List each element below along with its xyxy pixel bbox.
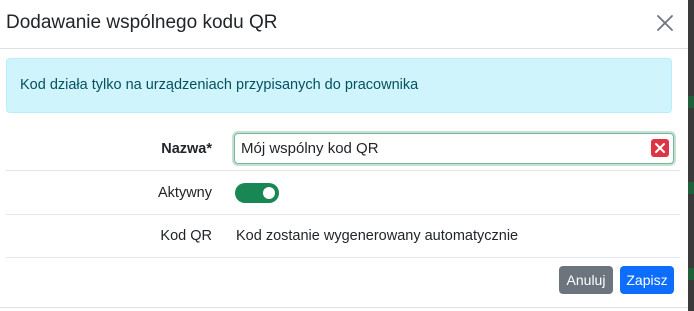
dialog-bottom-border bbox=[0, 307, 688, 308]
name-input[interactable] bbox=[241, 138, 641, 159]
backdrop-stripe bbox=[688, 182, 694, 194]
active-label: Aktywny bbox=[158, 185, 212, 201]
form-row-qr: Kod QR Kod zostanie wygenerowany automat… bbox=[6, 215, 680, 258]
page-backdrop bbox=[688, 0, 694, 311]
qr-label: Kod QR bbox=[160, 228, 212, 244]
backdrop-stripe bbox=[688, 96, 694, 108]
clear-icon bbox=[655, 143, 665, 153]
alert-text: Kod działa tylko na urządzeniach przypis… bbox=[20, 77, 419, 93]
info-alert: Kod działa tylko na urządzeniach przypis… bbox=[6, 58, 672, 113]
name-label: Nazwa* bbox=[161, 141, 212, 157]
toggle-knob bbox=[263, 187, 275, 199]
close-button[interactable] bbox=[652, 10, 678, 36]
save-button[interactable]: Zapisz bbox=[620, 266, 674, 294]
form-row-name: Nazwa* bbox=[6, 127, 680, 171]
dialog-title: Dodawanie wspólnego kodu QR bbox=[6, 12, 278, 33]
backdrop-stripe bbox=[688, 268, 694, 280]
active-toggle[interactable] bbox=[235, 183, 279, 203]
qr-code-dialog: Dodawanie wspólnego kodu QR Kod działa t… bbox=[0, 0, 688, 311]
form-row-active: Aktywny bbox=[6, 171, 680, 215]
name-field[interactable] bbox=[234, 133, 674, 164]
qr-value: Kod zostanie wygenerowany automatycznie bbox=[236, 228, 519, 244]
dialog-header: Dodawanie wspólnego kodu QR bbox=[0, 0, 688, 49]
clear-name-button[interactable] bbox=[651, 139, 669, 157]
close-icon bbox=[657, 15, 673, 31]
cancel-button[interactable]: Anuluj bbox=[559, 266, 613, 294]
